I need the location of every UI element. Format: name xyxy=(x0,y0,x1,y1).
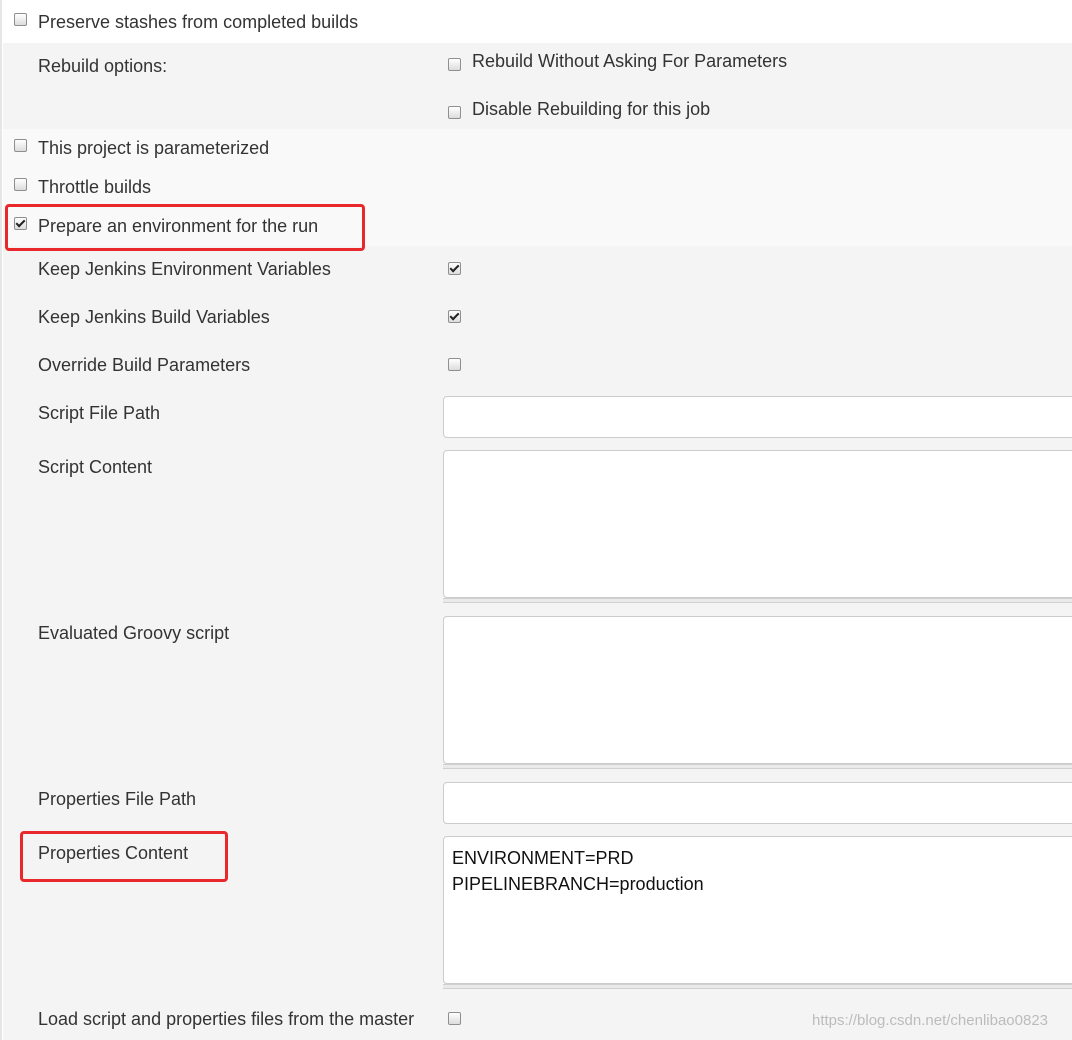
prepare-environment-highlight-box xyxy=(5,204,365,251)
override-params-label: Override Build Parameters xyxy=(38,355,251,375)
script-content-textarea[interactable] xyxy=(443,450,1072,598)
properties-content-highlight-box xyxy=(20,831,228,882)
preserve-stashes-label: Preserve stashes from completed builds xyxy=(38,12,359,32)
properties-content-value: ENVIRONMENT=PRD PIPELINEBRANCH=productio… xyxy=(452,848,704,894)
load-from-master-checkbox[interactable] xyxy=(448,1012,461,1025)
rebuild-options-label: Rebuild options: xyxy=(38,56,168,76)
keep-build-vars-checkbox[interactable] xyxy=(448,310,461,323)
properties-file-path-input[interactable] xyxy=(443,782,1072,824)
script-content-label: Script Content xyxy=(38,457,153,477)
properties-content-resize-handle[interactable] xyxy=(443,984,1072,989)
load-from-master-label: Load script and properties files from th… xyxy=(38,1009,415,1029)
throttle-builds-checkbox[interactable] xyxy=(14,178,27,191)
properties-content-textarea[interactable]: ENVIRONMENT=PRD PIPELINEBRANCH=productio… xyxy=(443,836,1072,984)
script-file-path-label: Script File Path xyxy=(38,403,161,423)
left-edge xyxy=(0,0,2,1040)
groovy-script-textarea[interactable] xyxy=(443,616,1072,764)
rebuild-without-asking-checkbox[interactable] xyxy=(448,58,461,71)
watermark-text: https://blog.csdn.net/chenlibao0823 xyxy=(812,1012,1049,1029)
groovy-script-label: Evaluated Groovy script xyxy=(38,623,230,643)
disable-rebuilding-label: Disable Rebuilding for this job xyxy=(472,99,711,119)
keep-env-vars-label: Keep Jenkins Environment Variables xyxy=(38,259,331,279)
groovy-script-resize-handle[interactable] xyxy=(443,764,1072,769)
preserve-stashes-checkbox[interactable] xyxy=(14,13,27,26)
rebuild-without-asking-label: Rebuild Without Asking For Parameters xyxy=(472,51,788,71)
override-params-checkbox[interactable] xyxy=(448,358,461,371)
keep-build-vars-label: Keep Jenkins Build Variables xyxy=(38,307,270,327)
throttle-builds-label: Throttle builds xyxy=(38,177,152,197)
script-file-path-input[interactable] xyxy=(443,396,1072,438)
parameterized-checkbox[interactable] xyxy=(14,139,27,152)
keep-env-vars-checkbox[interactable] xyxy=(448,262,461,275)
parameterized-label: This project is parameterized xyxy=(38,138,270,158)
script-content-resize-handle[interactable] xyxy=(443,598,1072,603)
disable-rebuilding-checkbox[interactable] xyxy=(448,106,461,119)
properties-file-path-label: Properties File Path xyxy=(38,789,197,809)
